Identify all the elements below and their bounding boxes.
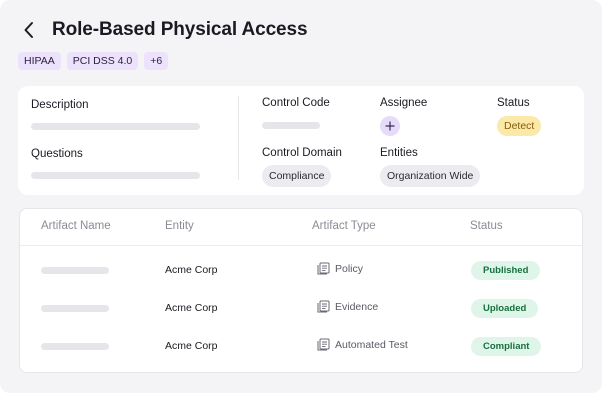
column-header-status[interactable]: Status (470, 220, 503, 232)
assignee-label: Assignee (380, 97, 428, 109)
description-placeholder (31, 123, 200, 130)
entities-label: Entities (380, 147, 418, 159)
control-code-placeholder (262, 122, 320, 129)
back-button[interactable] (18, 16, 40, 44)
entity-cell: Acme Corp (165, 302, 218, 314)
questions-placeholder (31, 172, 200, 179)
page-canvas: Role-Based Physical Access HIPAA PCI DSS… (0, 0, 602, 393)
column-header-artifact-type[interactable]: Artifact Type (312, 220, 376, 232)
status-label: Status (497, 97, 530, 109)
document-icon (317, 338, 330, 351)
vertical-divider (238, 96, 239, 180)
artifact-type-cell: Evidence (317, 300, 378, 313)
tag-more[interactable]: +6 (144, 52, 169, 70)
artifact-name-placeholder (41, 343, 109, 350)
table-header: Artifact Name Entity Artifact Type Statu… (20, 209, 582, 246)
artifact-type-label: Evidence (335, 300, 379, 313)
entity-cell: Acme Corp (165, 340, 218, 352)
chevron-left-icon (24, 22, 33, 38)
entity-cell: Acme Corp (165, 264, 218, 276)
artifact-type-cell: Automated Test (317, 338, 408, 351)
artifact-name-placeholder (41, 267, 109, 274)
tag-pci-dss[interactable]: PCI DSS 4.0 (66, 52, 139, 70)
entities-chip[interactable]: Organization Wide (380, 165, 481, 187)
status-badge: Published (471, 261, 541, 280)
page-header: Role-Based Physical Access (18, 16, 308, 44)
control-code-label: Control Code (262, 97, 330, 109)
status-badge: Compliant (471, 337, 542, 356)
status-badge: Uploaded (471, 299, 539, 318)
add-assignee-button[interactable] (380, 116, 400, 136)
plus-icon (385, 121, 395, 131)
table-row[interactable]: Acme Corp Policy Published (20, 251, 582, 289)
description-label: Description (31, 99, 89, 111)
tag-hipaa[interactable]: HIPAA (18, 52, 61, 70)
artifact-type-label: Automated Test (335, 338, 408, 351)
artifacts-table: Artifact Name Entity Artifact Type Statu… (19, 208, 583, 373)
column-header-artifact-name[interactable]: Artifact Name (41, 220, 111, 232)
document-icon (317, 300, 330, 313)
column-header-entity[interactable]: Entity (165, 220, 194, 232)
status-badge: Detect (497, 116, 542, 136)
table-row[interactable]: Acme Corp Automated Test Compliant (20, 327, 582, 365)
artifact-type-label: Policy (335, 262, 364, 275)
details-card: Description Questions Control Code Assig… (18, 86, 584, 195)
artifact-type-cell: Policy (317, 262, 363, 275)
control-domain-chip[interactable]: Compliance (262, 165, 332, 187)
questions-label: Questions (31, 148, 83, 160)
table-row[interactable]: Acme Corp Evidence Uploaded (20, 289, 582, 327)
document-icon (317, 262, 330, 275)
page-title: Role-Based Physical Access (52, 19, 308, 40)
artifact-name-placeholder (41, 305, 109, 312)
tag-list: HIPAA PCI DSS 4.0 +6 (18, 52, 169, 70)
control-domain-label: Control Domain (262, 147, 342, 159)
